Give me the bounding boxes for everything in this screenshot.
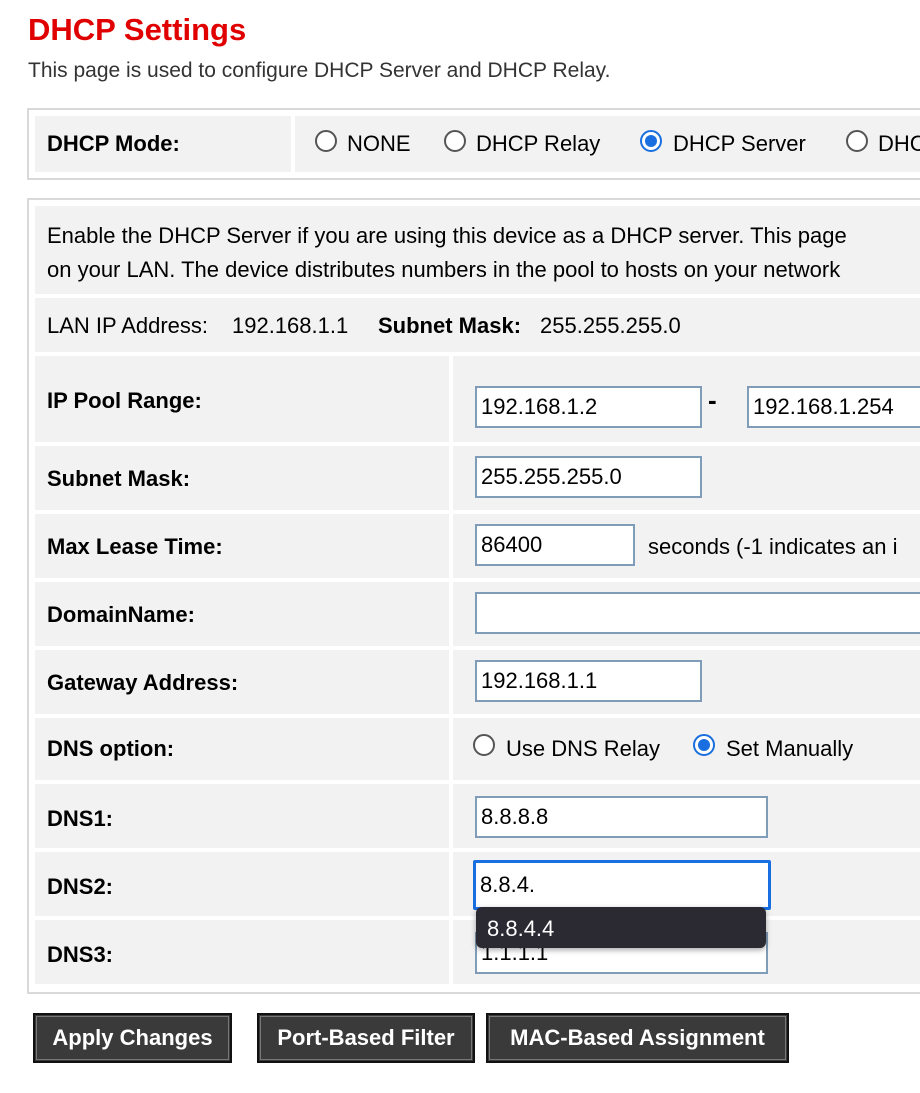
radio-dns-relay[interactable]: [473, 734, 495, 756]
max-lease-label: Max Lease Time:: [47, 534, 223, 559]
dns2-label-cell: DNS2:: [35, 852, 449, 916]
autocomplete-suggestion-text[interactable]: 8.8.4.4: [487, 916, 554, 942]
dhcp-mode-box: DHCP Mode: NONE DHCP Relay DHCP Server D…: [27, 108, 920, 180]
radio-mode-other[interactable]: [846, 130, 868, 152]
dns2-label: DNS2:: [47, 874, 114, 899]
radio-mode-none[interactable]: [315, 130, 337, 152]
dns3-label: DNS3:: [47, 942, 114, 967]
subnet-mask-value-cell: [453, 446, 920, 510]
dns-option-label: DNS option:: [47, 736, 175, 761]
ip-pool-start-input[interactable]: [475, 386, 702, 428]
dns-option-label-cell: DNS option:: [35, 718, 449, 780]
max-lease-input[interactable]: [475, 524, 635, 566]
radio-dns-manual-label[interactable]: Set Manually: [726, 736, 853, 762]
gateway-input[interactable]: [475, 660, 702, 702]
ip-pool-label: IP Pool Range:: [47, 388, 202, 413]
dhcp-mode-options-cell: NONE DHCP Relay DHCP Server DHC: [295, 116, 920, 172]
max-lease-label-cell: Max Lease Time:: [35, 514, 449, 578]
description-cell: Enable the DHCP Server if you are using …: [35, 206, 920, 294]
dhcp-mode-label: DHCP Mode:: [47, 131, 180, 156]
domain-name-label: DomainName:: [47, 602, 195, 627]
radio-mode-other-label[interactable]: DHC: [878, 131, 920, 157]
lan-mask-value: 255.255.255.0: [540, 313, 681, 338]
dns1-value-cell: [453, 784, 920, 848]
subnet-mask-label: Subnet Mask:: [47, 466, 191, 491]
dns1-label: DNS1:: [47, 806, 114, 831]
description-line-2: on your LAN. The device distributes numb…: [47, 257, 841, 282]
lan-ip-value: 192.168.1.1: [232, 313, 349, 338]
dhcp-server-box: Enable the DHCP Server if you are using …: [27, 198, 920, 994]
dhcp-mode-label-cell: DHCP Mode:: [35, 116, 291, 172]
ip-pool-separator: -: [708, 385, 717, 415]
page-title: DHCP Settings: [28, 12, 247, 47]
dns1-label-cell: DNS1:: [35, 784, 449, 848]
gateway-label: Gateway Address:: [47, 670, 239, 695]
domain-name-input[interactable]: [475, 592, 920, 634]
subnet-mask-input[interactable]: [475, 456, 702, 498]
ip-pool-end-input[interactable]: [747, 386, 920, 428]
domain-name-label-cell: DomainName:: [35, 582, 449, 646]
gateway-label-cell: Gateway Address:: [35, 650, 449, 714]
dns1-input[interactable]: [475, 796, 768, 838]
lan-ip-label: LAN IP Address:: [47, 313, 209, 338]
port-based-filter-button[interactable]: Port-Based Filter: [257, 1013, 475, 1063]
lan-mask-label: Subnet Mask:: [378, 313, 522, 338]
gateway-value-cell: [453, 650, 920, 714]
lan-info-cell: LAN IP Address: 192.168.1.1 Subnet Mask:…: [35, 298, 920, 352]
page-subtitle: This page is used to configure DHCP Serv…: [28, 59, 611, 82]
radio-mode-server[interactable]: [640, 130, 662, 152]
radio-mode-relay[interactable]: [444, 130, 466, 152]
radio-dns-manual[interactable]: [693, 734, 715, 756]
radio-mode-relay-label[interactable]: DHCP Relay: [476, 131, 600, 157]
ip-pool-value-cell: -: [453, 356, 920, 442]
ip-pool-label-cell: IP Pool Range:: [35, 356, 449, 442]
max-lease-note: seconds (-1 indicates an i: [648, 534, 898, 559]
max-lease-value-cell: seconds (-1 indicates an i: [453, 514, 920, 578]
subnet-mask-label-cell: Subnet Mask:: [35, 446, 449, 510]
radio-mode-server-label[interactable]: DHCP Server: [673, 131, 806, 157]
description-line-1: Enable the DHCP Server if you are using …: [47, 223, 847, 248]
apply-changes-button[interactable]: Apply Changes: [33, 1013, 232, 1063]
autocomplete-suggestion[interactable]: 8.8.4.4: [476, 907, 766, 948]
radio-dns-relay-label[interactable]: Use DNS Relay: [506, 736, 660, 762]
radio-mode-none-label[interactable]: NONE: [347, 131, 411, 157]
domain-name-value-cell: [453, 582, 920, 646]
dns2-input[interactable]: [473, 860, 771, 910]
dns-option-value-cell: Use DNS Relay Set Manually: [453, 718, 920, 780]
mac-based-assignment-button[interactable]: MAC-Based Assignment: [486, 1013, 789, 1063]
dns3-label-cell: DNS3:: [35, 920, 449, 984]
